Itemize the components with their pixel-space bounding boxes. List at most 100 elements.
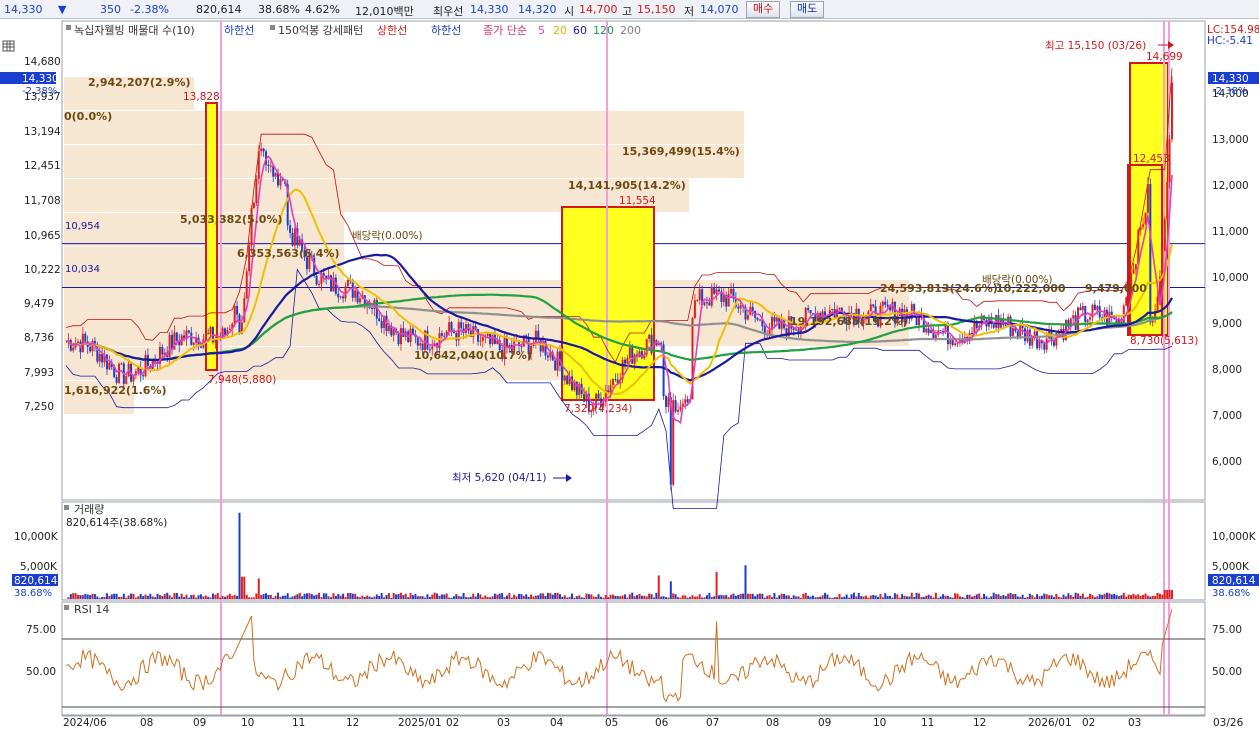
candle-body — [1125, 297, 1128, 306]
candle-body — [358, 298, 361, 303]
volume-bar — [120, 596, 123, 599]
stock-chart[interactable]: 녹십자웰빙 매물대 수(10) 하한선 150억봉 강세패턴 상한선 하한선 종… — [0, 19, 1259, 733]
svg-text:19,192,685(19.2%): 19,192,685(19.2%) — [790, 315, 908, 328]
volume-bar — [1098, 594, 1101, 599]
volume-bar — [327, 596, 330, 599]
svg-text:2,942,207(2.9%): 2,942,207(2.9%) — [88, 76, 191, 89]
candle-body — [674, 400, 677, 412]
candle-body — [1166, 182, 1169, 220]
volume-bar — [544, 596, 547, 599]
svg-text:1,616,922(1.6%): 1,616,922(1.6%) — [64, 384, 167, 397]
candle-body — [118, 363, 121, 383]
buy-button[interactable]: 매수 — [746, 1, 781, 18]
candle-body — [1142, 224, 1145, 227]
volume-bar — [257, 578, 260, 599]
volume-bar — [219, 597, 222, 599]
volume-bar — [816, 597, 819, 599]
svg-text:14,141,905(14.2%): 14,141,905(14.2%) — [568, 179, 686, 192]
volume-bar — [614, 595, 617, 599]
candle-body — [872, 304, 875, 307]
candle-body — [322, 273, 325, 276]
volume-bar — [975, 594, 978, 599]
volume-bar — [171, 597, 174, 599]
volume-bar — [1045, 594, 1048, 599]
candle-body — [703, 302, 706, 305]
volume-bar — [664, 597, 667, 599]
candle-body — [831, 309, 834, 311]
volume-bar — [221, 596, 224, 599]
volume-bar — [852, 592, 855, 599]
candle-body — [648, 334, 651, 339]
candle-body — [739, 305, 742, 309]
candle-body — [631, 347, 634, 364]
volume-bar — [860, 596, 863, 599]
volume-bar — [226, 595, 229, 599]
candle-body — [1031, 337, 1034, 346]
volume-bar — [568, 596, 571, 599]
volume-bar — [602, 597, 605, 599]
volume-bar — [783, 593, 786, 599]
svg-text:14,330: 14,330 — [22, 73, 59, 85]
candle-body — [315, 275, 318, 285]
volume-bar — [563, 595, 566, 599]
volume-bar — [756, 594, 759, 599]
candle-body — [626, 358, 629, 364]
volume-bar — [510, 597, 513, 599]
volume-bar — [1026, 596, 1029, 599]
volume-bar — [450, 597, 453, 599]
candle-body — [450, 322, 453, 331]
volume-bar — [691, 595, 694, 599]
volume-bar — [542, 593, 545, 599]
volume-bar — [585, 593, 588, 599]
volume-bar — [558, 594, 561, 599]
volume-bar — [645, 596, 648, 599]
volume-bar — [997, 594, 1000, 599]
candle-body — [566, 375, 569, 385]
volume-bar — [419, 596, 422, 599]
volume-value: 820,614 — [196, 3, 242, 16]
volume-bar — [616, 596, 619, 599]
candle-body — [792, 328, 795, 331]
volume-bar — [262, 594, 265, 599]
volume-bar — [508, 593, 511, 599]
candle-body — [751, 306, 754, 311]
candle-body — [773, 317, 776, 322]
volume-bar — [561, 596, 564, 599]
volume-bar — [869, 595, 872, 599]
best-bid: 14,320 — [518, 3, 557, 16]
volume-bar — [289, 597, 292, 599]
volume-bar — [621, 595, 624, 599]
candle-body — [713, 286, 716, 294]
candle-body — [520, 346, 523, 348]
volume-bar — [144, 594, 147, 599]
volume-bar — [648, 593, 651, 599]
volume-bar — [1139, 595, 1142, 599]
candle-body — [1096, 306, 1099, 310]
sell-button[interactable]: 매도 — [790, 1, 825, 18]
volume-bar — [351, 593, 354, 599]
svg-text:820,614주(38.68%): 820,614주(38.68%) — [66, 517, 167, 529]
volume-bar — [571, 593, 574, 599]
volume-bar — [566, 597, 569, 599]
candle-body — [440, 333, 443, 336]
volume-bar — [1069, 595, 1072, 599]
volume-bar — [518, 593, 521, 599]
volume-bar — [1144, 593, 1147, 599]
volume-bar — [944, 595, 947, 599]
volume-bar — [1130, 595, 1133, 599]
low-price: 14,070 — [700, 3, 739, 16]
volume-bar — [334, 595, 337, 599]
svg-text:-2.38%: -2.38% — [1212, 86, 1247, 97]
volume-bar — [178, 596, 181, 599]
volume-bar — [886, 595, 889, 599]
volume-bar — [113, 593, 116, 599]
candle-body — [346, 279, 349, 287]
volume-bar — [81, 595, 84, 599]
volume-bar — [214, 594, 217, 599]
volume-bar — [1163, 590, 1166, 599]
volume-bar — [638, 594, 641, 599]
svg-text:RSI 14: RSI 14 — [74, 603, 109, 616]
change-percent: -2.38% — [130, 3, 169, 16]
svg-text:15,369,499(15.4%): 15,369,499(15.4%) — [622, 145, 740, 158]
candle-body — [161, 346, 164, 355]
